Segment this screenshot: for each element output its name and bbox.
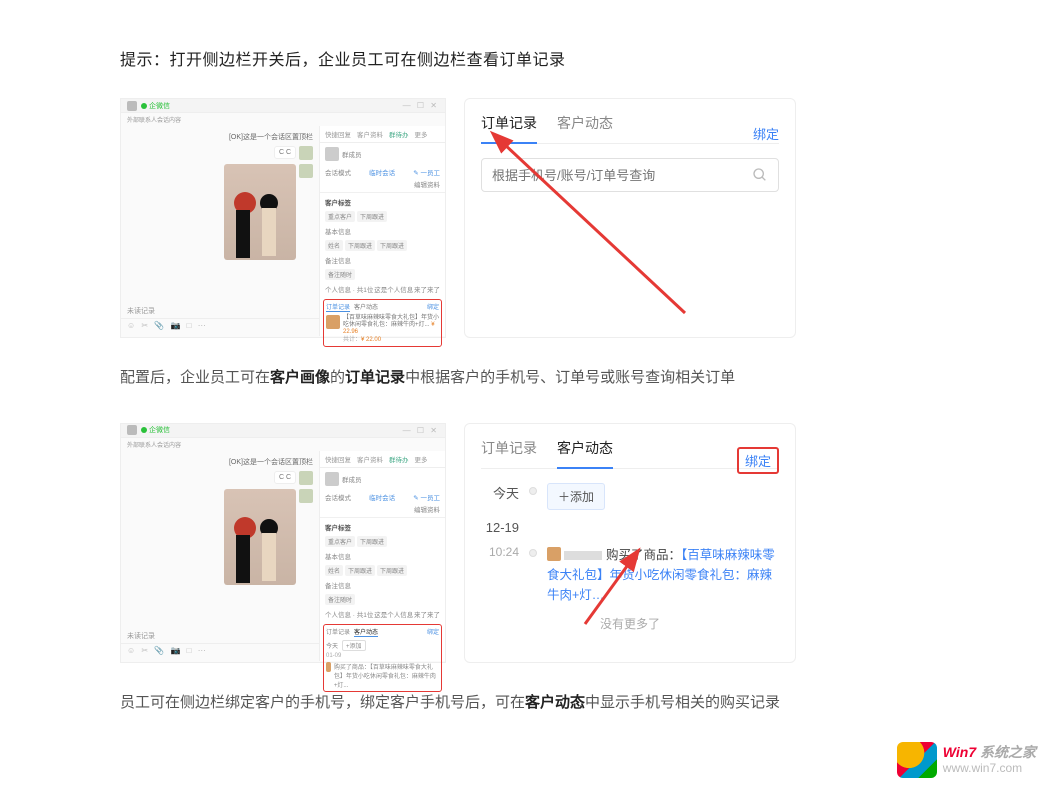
window-controls-icon: — ☐ ✕ — [403, 426, 439, 435]
watermark-logo: Win7 系统之家 www.win7.com — [897, 742, 1036, 778]
row-1: 企微信 — ☐ ✕ 外部联系人会话内容 [OK]这是一个会话区置顶栏 C C 未… — [120, 98, 930, 338]
window-controls-icon: — ☐ ✕ — [403, 101, 439, 110]
tip-text: 提示：打开侧边栏开关后，企业员工可在侧边栏查看订单记录 — [120, 46, 930, 70]
tab-customer-feed-2[interactable]: 客户动态 — [557, 438, 613, 468]
timeline-date-label: 12-19 — [481, 520, 529, 535]
customer-feed-panel: 订单记录 客户动态 绑定 今天 ＋添加 12-19 10:24 — [464, 423, 796, 663]
avatar-icon — [547, 547, 561, 561]
timeline-today-label: 今天 — [481, 483, 529, 502]
windows-flag-icon — [897, 742, 937, 778]
red-arrow-icon — [575, 554, 675, 634]
row-2: 企微信 — ☐ ✕ 外部联系人会话内容 [OK]这是一个会话区置顶栏 C C 未… — [120, 423, 930, 663]
chat-screenshot-2: 企微信 — ☐ ✕ 外部联系人会话内容 [OK]这是一个会话区置顶栏 C C 未… — [120, 423, 446, 663]
bind-link-2[interactable]: 绑定 — [737, 447, 779, 474]
red-arrow-icon — [485, 133, 705, 323]
description-2: 员工可在侧边栏绑定客户的手机号，绑定客户手机号后，可在客户动态中显示手机号相关的… — [120, 689, 930, 718]
chat-screenshot-1: 企微信 — ☐ ✕ 外部联系人会话内容 [OK]这是一个会话区置顶栏 C C 未… — [120, 98, 446, 338]
tab-order-record-2[interactable]: 订单记录 — [481, 438, 537, 468]
timeline-time-label: 10:24 — [481, 545, 529, 559]
description-1: 配置后，企业员工可在客户画像的订单记录中根据客户的手机号、订单号或账号查询相关订… — [120, 364, 930, 393]
add-note-button[interactable]: ＋添加 — [547, 483, 605, 510]
order-record-panel: 订单记录 客户动态 绑定 — [464, 98, 796, 338]
bind-link[interactable]: 绑定 — [753, 124, 779, 143]
search-icon — [752, 167, 768, 183]
